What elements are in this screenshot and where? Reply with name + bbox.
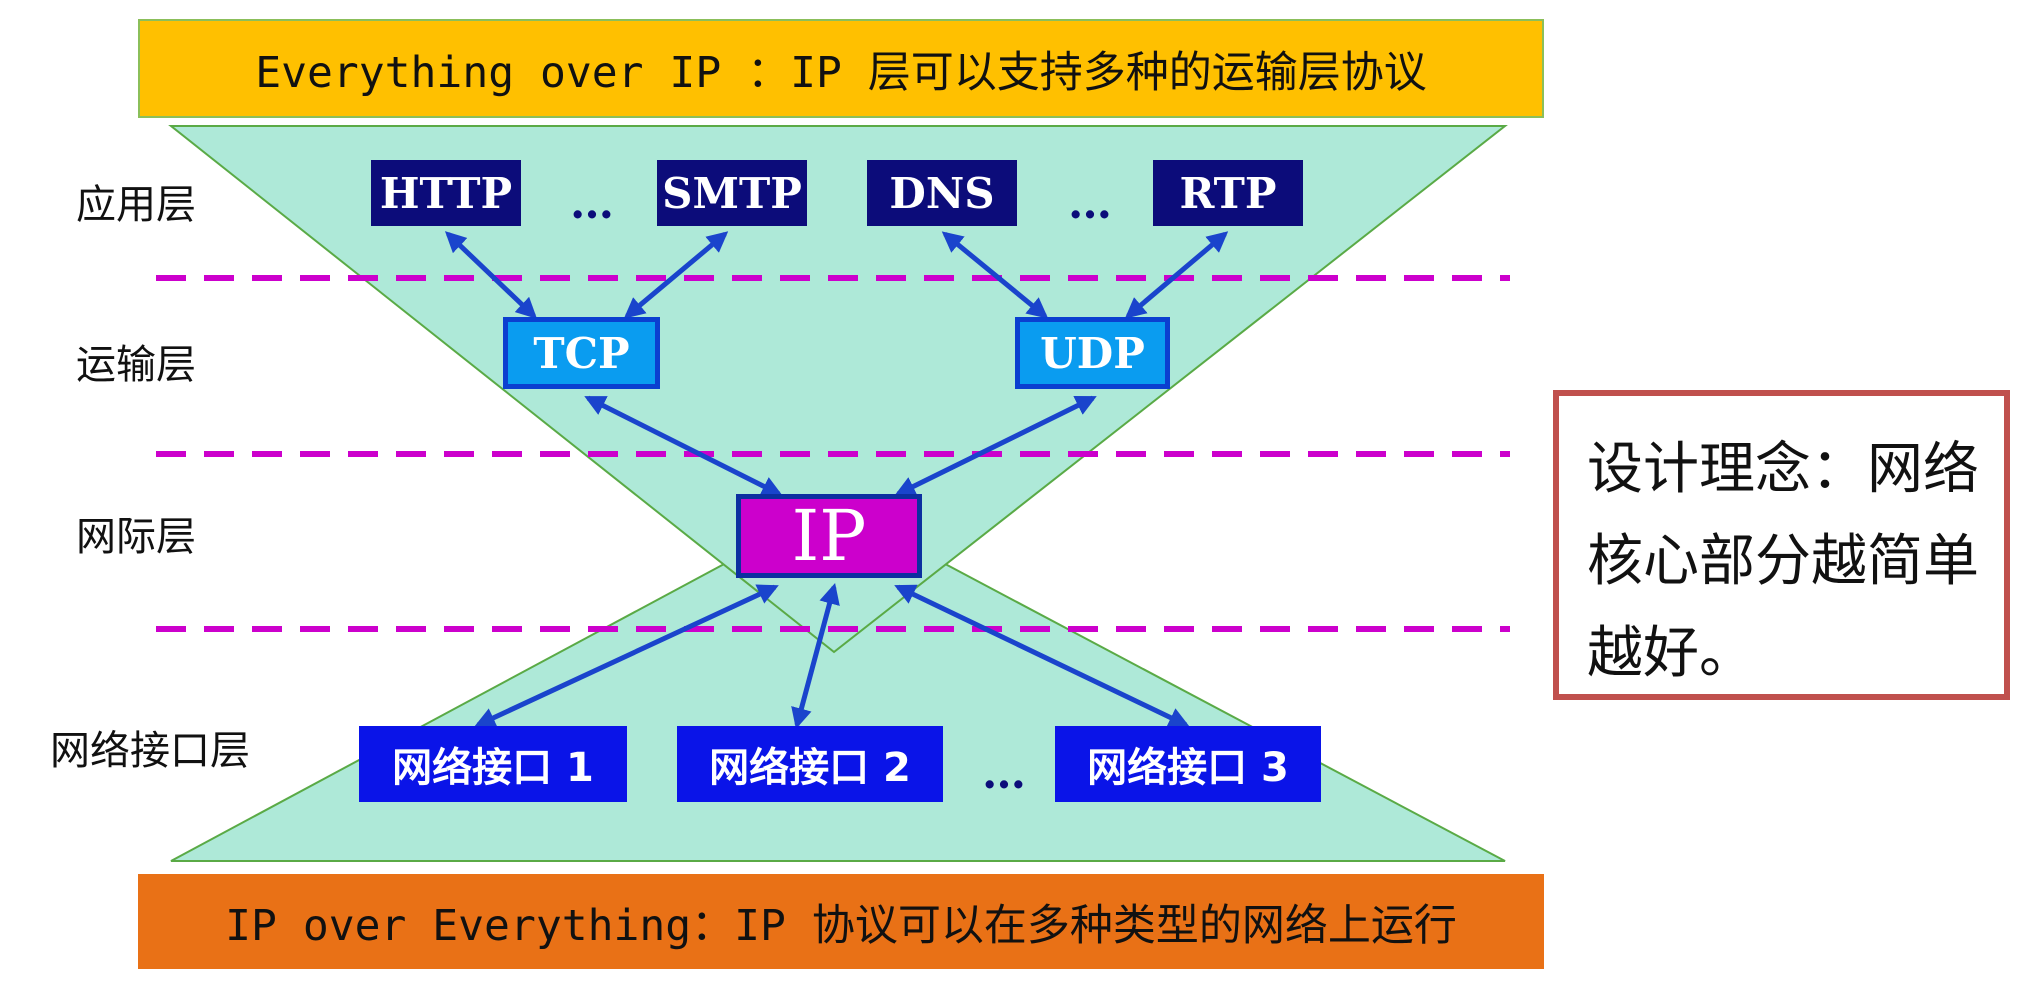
http-box: HTTP: [371, 160, 521, 226]
dns-box: DNS: [867, 160, 1017, 226]
udp-box: UDP: [1015, 317, 1170, 389]
network-interface-3-box: 网络接口 3: [1055, 726, 1321, 802]
network-interface-2-box: 网络接口 2: [677, 726, 943, 802]
ip-box: IP: [736, 494, 922, 578]
layer-label-application: 应用层: [76, 182, 196, 228]
interface-ellipsis: …: [982, 748, 1026, 799]
layer-label-network-interface: 网络接口层: [50, 728, 250, 774]
smtp-box: SMTP: [657, 160, 807, 226]
layer-label-transport: 运输层: [76, 342, 196, 388]
app-ellipsis-right: …: [1068, 178, 1112, 229]
bottom-banner: IP over Everything：IP 协议可以在多种类型的网络上运行: [138, 874, 1544, 969]
design-principle-box: 设计理念：网络核心部分越简单越好。: [1553, 390, 2010, 700]
layer-label-internet: 网际层: [76, 514, 196, 560]
app-ellipsis-left: …: [570, 178, 614, 229]
tcp-box: TCP: [503, 317, 660, 389]
network-interface-1-box: 网络接口 1: [359, 726, 627, 802]
rtp-box: RTP: [1153, 160, 1303, 226]
